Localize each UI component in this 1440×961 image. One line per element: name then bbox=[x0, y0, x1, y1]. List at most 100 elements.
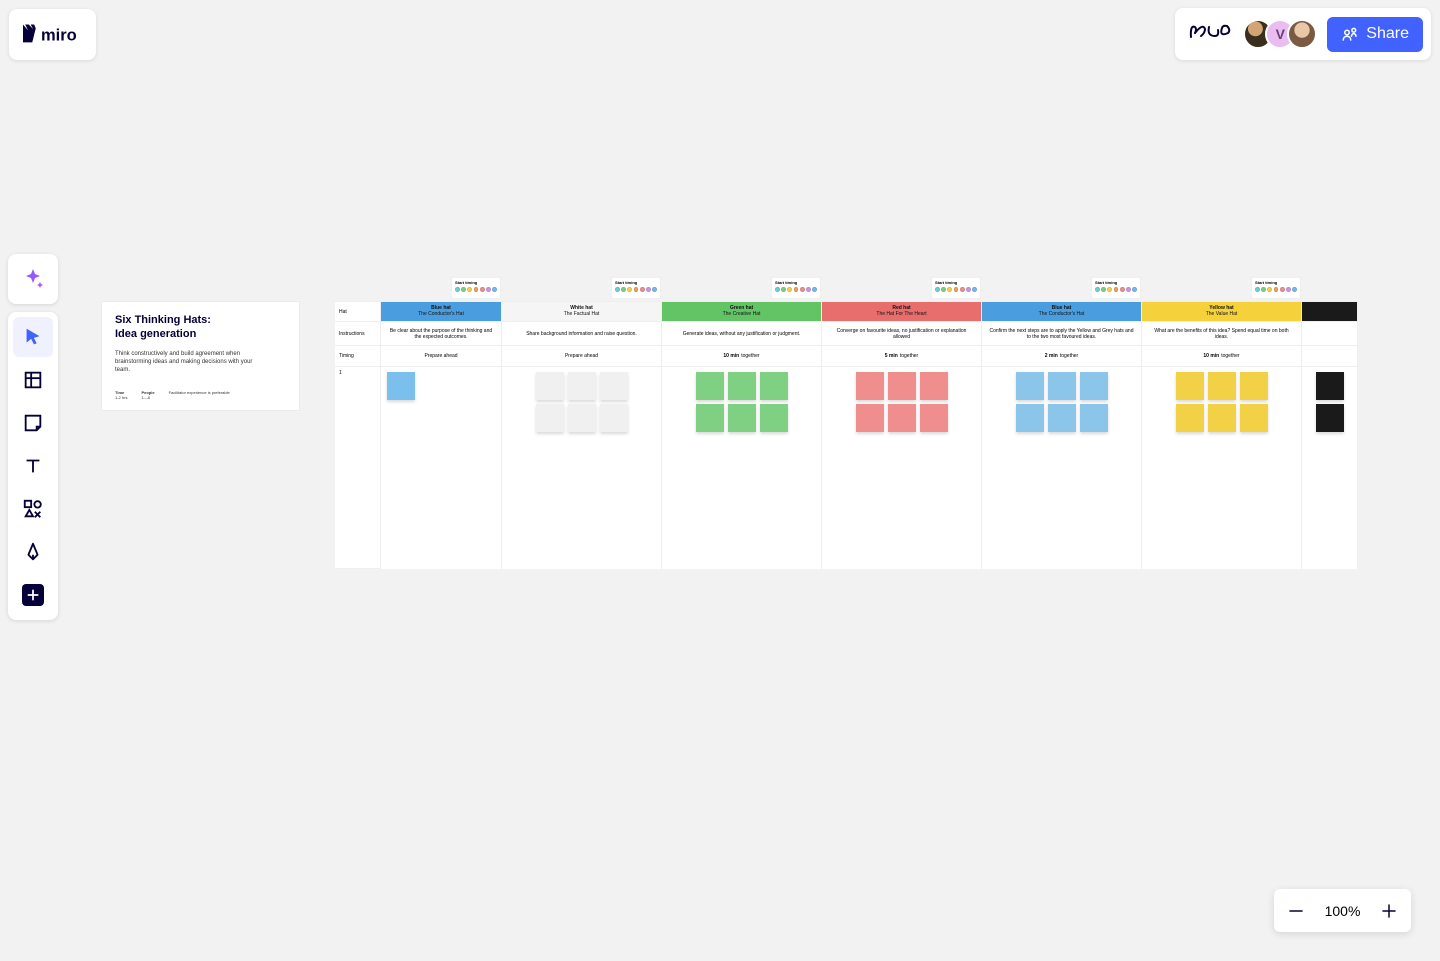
timing-label-card[interactable]: Start timing bbox=[931, 277, 981, 299]
sticky-note[interactable] bbox=[568, 372, 596, 400]
sticky-note[interactable] bbox=[920, 404, 948, 432]
instructions-cell: Generate ideas, without any justificatio… bbox=[662, 322, 821, 346]
share-label: Share bbox=[1366, 25, 1409, 43]
instructions-cell bbox=[1302, 322, 1357, 346]
sticky-area[interactable] bbox=[1302, 367, 1357, 569]
sticky-note[interactable] bbox=[696, 372, 724, 400]
timing-cell: 5 min together bbox=[822, 346, 981, 367]
timing-cell: 2 min together bbox=[982, 346, 1141, 367]
sticky-note[interactable] bbox=[536, 372, 564, 400]
template-info-card[interactable]: Six Thinking Hats:Idea generation Think … bbox=[102, 302, 299, 410]
sticky-area[interactable] bbox=[982, 367, 1141, 569]
reactions-icon[interactable] bbox=[1185, 19, 1233, 49]
board-column[interactable]: Start timingBlue hatThe Conductor's HatB… bbox=[381, 302, 502, 569]
timing-cell: Prepare ahead bbox=[381, 346, 501, 367]
instructions-cell: Share background information and raise q… bbox=[502, 322, 661, 346]
sticky-area[interactable] bbox=[1142, 367, 1301, 569]
sticky-note[interactable] bbox=[568, 404, 596, 432]
sticky-note[interactable] bbox=[536, 404, 564, 432]
sticky-note[interactable] bbox=[1316, 372, 1344, 400]
six-hats-board[interactable]: Hat Instructions Timing 1 Start timingBl… bbox=[335, 301, 1358, 569]
hat-header: Yellow hatThe Value Hat bbox=[1142, 302, 1301, 322]
zoom-control: 100% bbox=[1274, 889, 1411, 932]
hat-header: Blue hatThe Conductor's Hat bbox=[982, 302, 1141, 322]
zoom-out-button[interactable] bbox=[1286, 902, 1306, 920]
timing-label-card[interactable]: Start timing bbox=[771, 277, 821, 299]
zoom-value[interactable]: 100% bbox=[1325, 903, 1361, 919]
timing-label-card[interactable]: Start timing bbox=[1251, 277, 1301, 299]
hat-header bbox=[1302, 302, 1357, 322]
instructions-cell: Converge on favourite ideas, no justific… bbox=[822, 322, 981, 346]
sticky-note[interactable] bbox=[1176, 372, 1204, 400]
tool-sticky[interactable] bbox=[13, 403, 53, 443]
timing-cell bbox=[1302, 346, 1357, 367]
sticky-note[interactable] bbox=[387, 372, 415, 400]
timing-cell: 10 min together bbox=[1142, 346, 1301, 367]
sticky-note[interactable] bbox=[696, 404, 724, 432]
hat-header: Blue hatThe Conductor's Hat bbox=[381, 302, 501, 322]
avatar-3[interactable] bbox=[1287, 19, 1317, 49]
instructions-cell: Be clear about the purpose of the thinki… bbox=[381, 322, 501, 346]
sticky-note[interactable] bbox=[888, 372, 916, 400]
sticky-note[interactable] bbox=[1080, 372, 1108, 400]
board-column[interactable]: Start timingBlue hatThe Conductor's HatC… bbox=[982, 302, 1142, 569]
sticky-note[interactable] bbox=[856, 372, 884, 400]
sticky-note[interactable] bbox=[1240, 372, 1268, 400]
sticky-note[interactable] bbox=[1048, 372, 1076, 400]
sticky-area[interactable] bbox=[502, 367, 661, 569]
sticky-note[interactable] bbox=[760, 404, 788, 432]
timing-label-card[interactable]: Start timing bbox=[451, 277, 501, 299]
sticky-area[interactable] bbox=[381, 367, 501, 569]
board-column[interactable]: Start timingRed hatThe Hat For The Heart… bbox=[822, 302, 982, 569]
row-labels: Hat Instructions Timing 1 bbox=[335, 302, 381, 569]
miro-logo-svg: miro bbox=[23, 23, 83, 47]
board-columns: Start timingBlue hatThe Conductor's HatB… bbox=[381, 302, 1358, 569]
sticky-note[interactable] bbox=[1016, 404, 1044, 432]
share-button[interactable]: Share bbox=[1327, 17, 1423, 52]
sticky-note[interactable] bbox=[1176, 404, 1204, 432]
template-title: Six Thinking Hats:Idea generation bbox=[115, 314, 286, 342]
tool-ai[interactable] bbox=[13, 259, 53, 299]
tool-text[interactable] bbox=[13, 446, 53, 486]
tool-frame[interactable] bbox=[13, 360, 53, 400]
left-toolbar bbox=[8, 254, 58, 620]
sticky-note[interactable] bbox=[1316, 404, 1344, 432]
sticky-note[interactable] bbox=[920, 372, 948, 400]
sticky-note[interactable] bbox=[856, 404, 884, 432]
board-column[interactable]: Start timingYellow hatThe Value HatWhat … bbox=[1142, 302, 1302, 569]
sticky-note[interactable] bbox=[888, 404, 916, 432]
template-description: Think constructively and build agreement… bbox=[115, 350, 255, 374]
collaborator-avatars[interactable]: V bbox=[1243, 19, 1317, 49]
sticky-note[interactable] bbox=[600, 372, 628, 400]
sticky-note[interactable] bbox=[1016, 372, 1044, 400]
sticky-note[interactable] bbox=[1048, 404, 1076, 432]
tool-add[interactable] bbox=[22, 584, 44, 606]
sticky-note[interactable] bbox=[1208, 404, 1236, 432]
sticky-note[interactable] bbox=[728, 404, 756, 432]
timing-label-card[interactable]: Start timing bbox=[1091, 277, 1141, 299]
template-meta: Time1-2 hrs People1—8 Facilitator experi… bbox=[115, 390, 286, 400]
board-column[interactable] bbox=[1302, 302, 1358, 569]
board-column[interactable]: Start timingGreen hatThe Creative HatGen… bbox=[662, 302, 822, 569]
hat-header: White hatThe Factual Hat bbox=[502, 302, 661, 322]
zoom-in-button[interactable] bbox=[1379, 902, 1399, 920]
timing-cell: 10 min together bbox=[662, 346, 821, 367]
tool-select[interactable] bbox=[13, 317, 53, 357]
miro-logo[interactable]: miro bbox=[9, 9, 96, 60]
sticky-note[interactable] bbox=[728, 372, 756, 400]
sticky-note[interactable] bbox=[760, 372, 788, 400]
timing-label-card[interactable]: Start timing bbox=[611, 277, 661, 299]
sticky-area[interactable] bbox=[822, 367, 981, 569]
sticky-note[interactable] bbox=[1240, 404, 1268, 432]
instructions-cell: What are the benefits of this idea? Spen… bbox=[1142, 322, 1301, 346]
header-right: V Share bbox=[1175, 8, 1431, 60]
tool-pen[interactable] bbox=[13, 532, 53, 572]
sticky-area[interactable] bbox=[662, 367, 821, 569]
timing-cell: Prepare ahead bbox=[502, 346, 661, 367]
sticky-note[interactable] bbox=[1208, 372, 1236, 400]
sticky-note[interactable] bbox=[1080, 404, 1108, 432]
board-column[interactable]: Start timingWhite hatThe Factual HatShar… bbox=[502, 302, 662, 569]
tool-shapes[interactable] bbox=[13, 489, 53, 529]
sticky-note[interactable] bbox=[600, 404, 628, 432]
svg-text:miro: miro bbox=[41, 26, 77, 44]
